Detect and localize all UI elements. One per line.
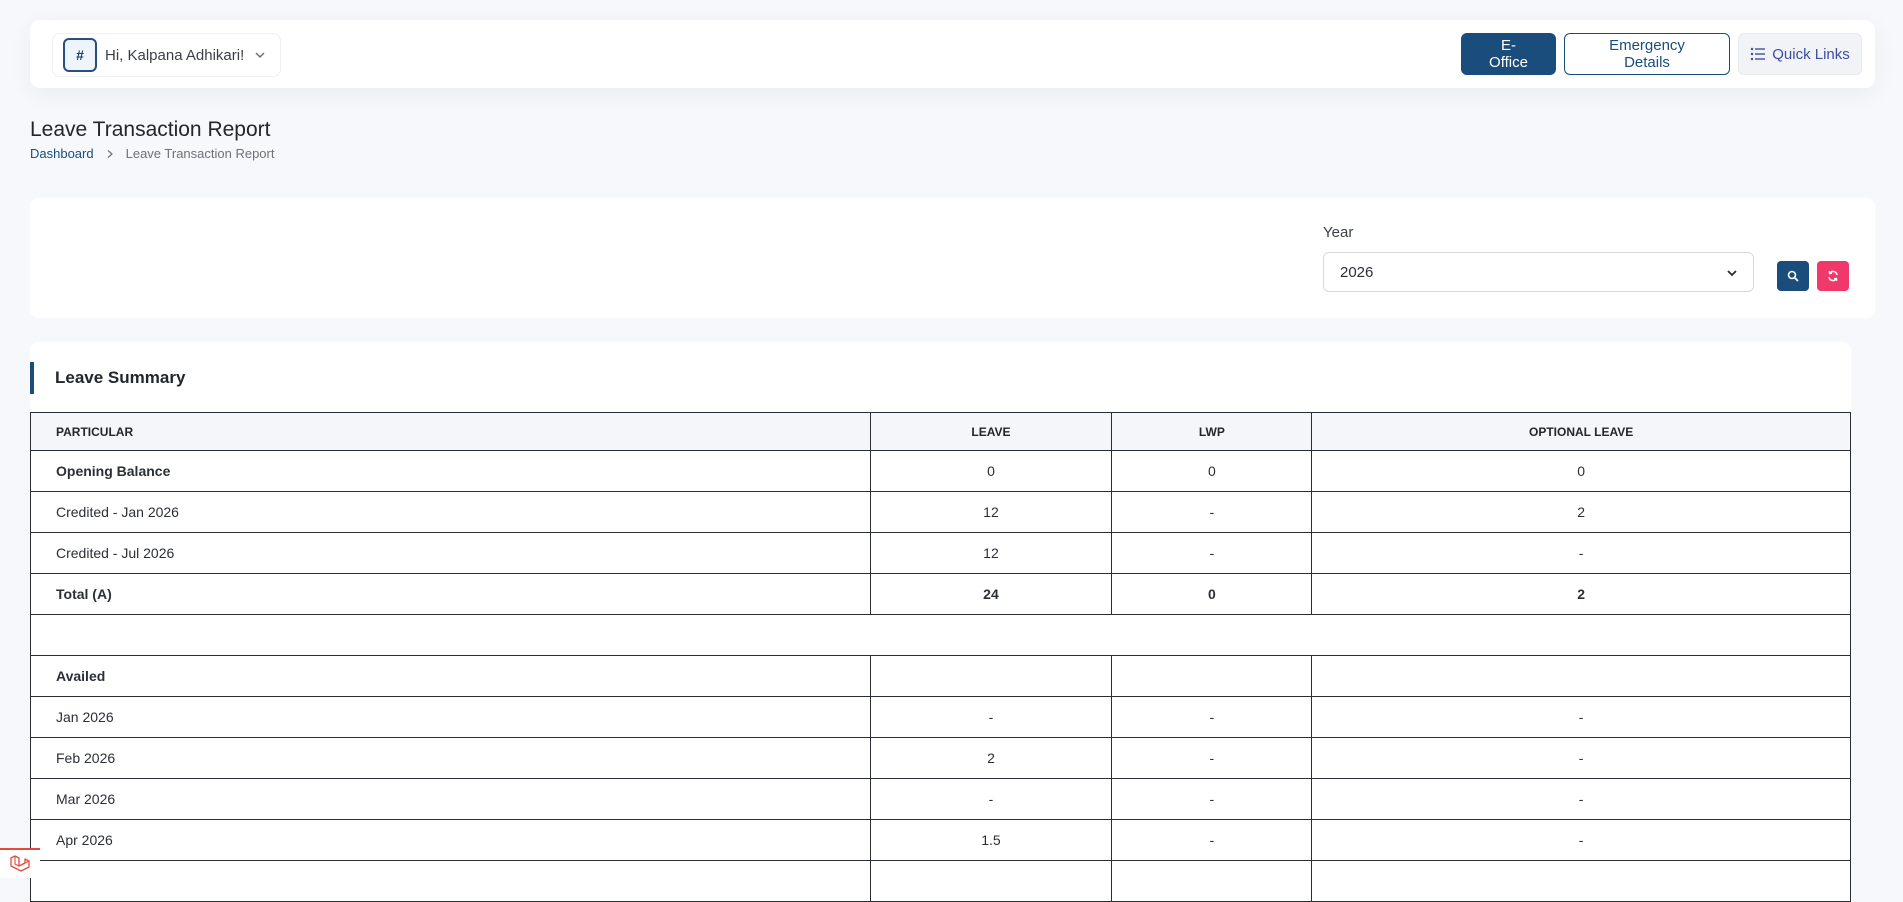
search-icon: [1787, 270, 1799, 282]
table-row-spacer: [30, 614, 1851, 656]
cell-particular: Mar 2026: [30, 778, 871, 820]
debugbar-toggle[interactable]: [0, 848, 40, 878]
cell-lwp: [1111, 860, 1313, 902]
table-row: Apr 2026 1.5 - -: [30, 819, 1851, 861]
cell-leave: 0: [869, 450, 1113, 492]
cell-optional: 0: [1311, 450, 1851, 492]
column-header-lwp: LWP: [1111, 412, 1313, 451]
cell-particular: Availed: [30, 655, 871, 697]
quick-links-label: Quick Links: [1772, 45, 1850, 63]
cell-leave: 12: [869, 491, 1113, 533]
breadcrumb-dashboard-link[interactable]: Dashboard: [30, 146, 94, 161]
cell-particular: Feb 2026: [30, 737, 871, 779]
cell-leave: [869, 860, 1113, 902]
cell-particular: [30, 860, 871, 902]
table-row: Jan 2026 - - -: [30, 696, 1851, 738]
refresh-icon: [1828, 270, 1838, 282]
cell-optional: -: [1311, 737, 1851, 779]
search-button[interactable]: [1777, 261, 1809, 291]
top-actions: E-Office Emergency Details Quick Links: [1461, 33, 1862, 75]
cell-lwp: -: [1111, 737, 1313, 779]
cell-optional: -: [1311, 532, 1851, 574]
leave-summary-title: Leave Summary: [30, 362, 185, 394]
chevron-down-icon: [255, 52, 265, 59]
table-header-row: PARTICULAR LEAVE LWP OPTIONAL LEAVE: [30, 412, 1851, 451]
table-row: Opening Balance 0 0 0: [30, 450, 1851, 492]
cell-particular: Jan 2026: [30, 696, 871, 738]
year-select[interactable]: 2026: [1323, 252, 1754, 292]
cell-leave: -: [869, 696, 1113, 738]
cell-particular: Total (A): [30, 573, 871, 615]
cell-optional: -: [1311, 819, 1851, 861]
chevron-down-icon: [1727, 270, 1737, 277]
table-row-availed-heading: Availed: [30, 655, 1851, 697]
cell-lwp: -: [1111, 532, 1313, 574]
filter-card: Year 2026: [30, 198, 1875, 318]
cell-lwp: -: [1111, 491, 1313, 533]
column-header-particular: PARTICULAR: [30, 412, 871, 451]
user-greeting: Hi, Kalpana Adhikari!: [105, 46, 245, 64]
table-row: [30, 860, 1851, 902]
year-label: Year: [1323, 224, 1354, 241]
reset-button[interactable]: [1817, 261, 1849, 291]
quick-links-button[interactable]: Quick Links: [1738, 33, 1862, 75]
cell-lwp: 0: [1111, 573, 1313, 615]
laravel-logo-icon: [10, 855, 30, 872]
top-bar: # Hi, Kalpana Adhikari! E-Office Emergen…: [30, 20, 1875, 88]
table-row: Mar 2026 - - -: [30, 778, 1851, 820]
column-header-optional-leave: OPTIONAL LEAVE: [1311, 412, 1851, 451]
chevron-right-icon: [107, 149, 113, 158]
list-icon: [1751, 47, 1766, 61]
cell-optional: -: [1311, 778, 1851, 820]
eoffice-button[interactable]: E-Office: [1461, 33, 1556, 75]
cell-leave: 1.5: [869, 819, 1113, 861]
year-select-value: 2026: [1340, 263, 1374, 281]
cell-optional: -: [1311, 696, 1851, 738]
cell-leave: [869, 655, 1113, 697]
cell-optional: [1311, 655, 1851, 697]
column-header-leave: LEAVE: [869, 412, 1113, 451]
table-row: Credited - Jul 2026 12 - -: [30, 532, 1851, 574]
cell-leave: 12: [869, 532, 1113, 574]
cell-lwp: [1111, 655, 1313, 697]
spacer-cell: [30, 614, 1851, 656]
cell-leave: -: [869, 778, 1113, 820]
breadcrumb: Dashboard Leave Transaction Report: [30, 146, 274, 161]
cell-particular: Credited - Jul 2026: [30, 532, 871, 574]
breadcrumb-current: Leave Transaction Report: [125, 146, 275, 161]
avatar: #: [63, 38, 97, 72]
cell-leave: 2: [869, 737, 1113, 779]
user-menu[interactable]: # Hi, Kalpana Adhikari!: [52, 33, 282, 77]
leave-summary-table: PARTICULAR LEAVE LWP OPTIONAL LEAVE Open…: [30, 412, 1851, 902]
emergency-details-button[interactable]: Emergency Details: [1564, 33, 1730, 75]
table-row: Feb 2026 2 - -: [30, 737, 1851, 779]
table-row: Credited - Jan 2026 12 - 2: [30, 491, 1851, 533]
cell-particular: Credited - Jan 2026: [30, 491, 871, 533]
cell-lwp: -: [1111, 778, 1313, 820]
cell-optional: 2: [1311, 491, 1851, 533]
cell-particular: Opening Balance: [30, 450, 871, 492]
cell-lwp: 0: [1111, 450, 1313, 492]
cell-lwp: -: [1111, 696, 1313, 738]
cell-lwp: -: [1111, 819, 1313, 861]
cell-particular: Apr 2026: [30, 819, 871, 861]
leave-summary-card: Leave Summary PARTICULAR LEAVE LWP OPTIO…: [30, 342, 1851, 902]
page-title: Leave Transaction Report: [30, 118, 271, 141]
cell-optional: 2: [1311, 573, 1851, 615]
cell-leave: 24: [869, 573, 1113, 615]
table-row-total: Total (A) 24 0 2: [30, 573, 1851, 615]
avatar-alt-text: #: [76, 47, 84, 63]
cell-optional: [1311, 860, 1851, 902]
